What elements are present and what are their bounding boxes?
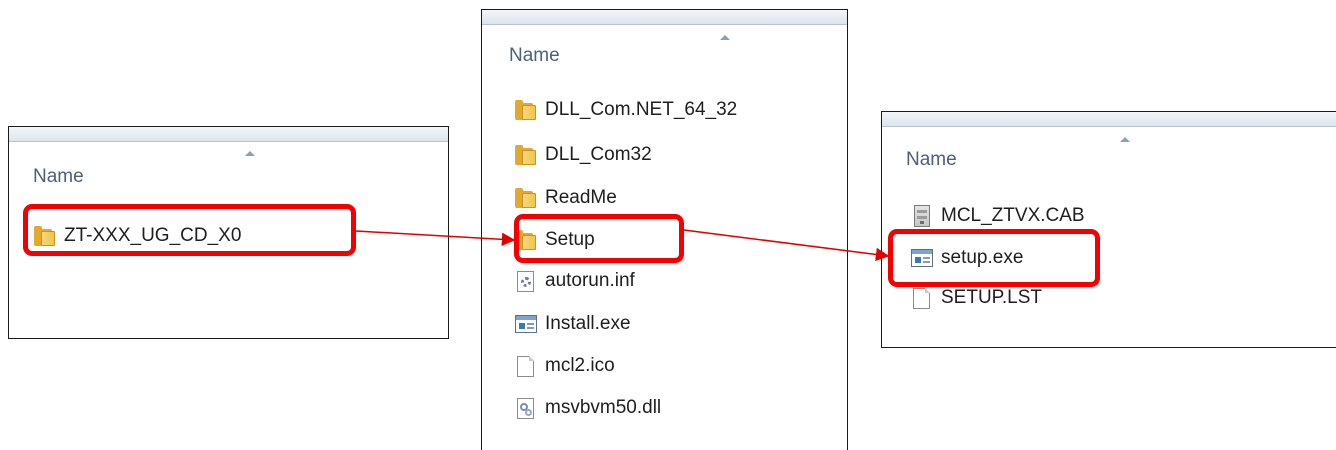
arrow-setup-folder-to-setup-exe: [683, 229, 890, 262]
connector-arrows: [355, 229, 890, 262]
arrow-root-to-setup-folder: [355, 230, 516, 247]
